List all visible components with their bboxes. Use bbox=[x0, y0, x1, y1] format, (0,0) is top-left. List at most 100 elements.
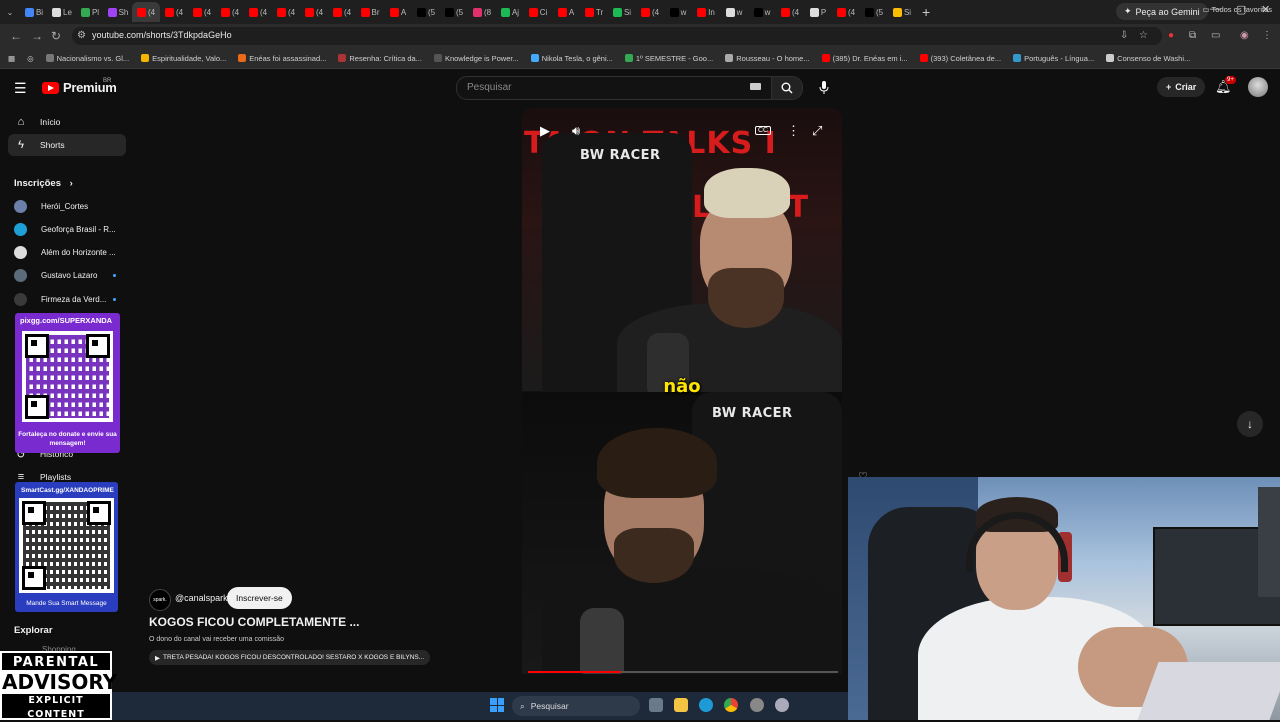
chrome-menu-icon[interactable]: ⋮ bbox=[1262, 30, 1272, 41]
reload-icon[interactable]: ↻ bbox=[51, 29, 61, 43]
account-avatar[interactable] bbox=[1248, 77, 1268, 97]
back-icon[interactable]: ← bbox=[10, 29, 22, 43]
new-tab-icon[interactable]: + bbox=[922, 4, 930, 20]
browser-tab[interactable]: A bbox=[552, 2, 580, 22]
bookmark-item[interactable]: Rousseau - O home... bbox=[725, 54, 810, 63]
browser-tab[interactable]: (5 bbox=[412, 2, 440, 22]
edge-icon[interactable] bbox=[699, 698, 713, 712]
browser-tab[interactable]: (4 bbox=[776, 2, 804, 22]
browser-tab[interactable]: w bbox=[748, 2, 776, 22]
bookmark-item[interactable]: (385) Dr. Enéas em i... bbox=[821, 54, 908, 63]
browser-tab[interactable]: Br bbox=[356, 2, 384, 22]
bookmark-item[interactable]: Espiritualidade, Valo... bbox=[141, 54, 226, 63]
bookmark-item[interactable]: Nikola Tesla, o gêni... bbox=[530, 54, 613, 63]
subscribe-button[interactable]: Inscrever-se bbox=[227, 587, 292, 609]
bookmark-favicon-icon bbox=[1106, 54, 1115, 62]
bookmark-item[interactable]: (393) Coletânea de... bbox=[919, 54, 1001, 63]
bookmark-item[interactable]: Enéas foi assassinad... bbox=[238, 54, 326, 63]
subscription-item[interactable]: Além do Horizonte ... bbox=[14, 244, 126, 262]
all-bookmarks[interactable]: ▭ Todos os favoritos bbox=[1203, 5, 1273, 14]
browser-tab[interactable]: (4 bbox=[244, 2, 272, 22]
subscription-item[interactable]: Gustavo Lazaro bbox=[14, 267, 126, 285]
shorts-video-player[interactable]: TA ON TALKS I L ON T BW RACER BW RACER n… bbox=[522, 108, 842, 674]
browser-tab[interactable]: Pl bbox=[76, 2, 104, 22]
subscriptions-heading[interactable]: Inscrições › bbox=[14, 178, 73, 189]
subscription-item[interactable]: Firmeza da Verd... bbox=[14, 290, 126, 308]
browser-tab[interactable]: w bbox=[664, 2, 692, 22]
url-text[interactable]: youtube.com/shorts/3TdkpdaGeHo bbox=[92, 30, 232, 40]
install-icon[interactable]: ⇩ bbox=[1120, 30, 1128, 41]
task-view-icon[interactable] bbox=[649, 698, 663, 712]
gemini-button[interactable]: ✦ Peça ao Gemini bbox=[1116, 3, 1208, 20]
omnibox[interactable] bbox=[72, 27, 1162, 45]
search-input[interactable] bbox=[465, 81, 739, 94]
apps-icon[interactable]: ▦ bbox=[8, 54, 15, 63]
browser-tab[interactable]: (4 bbox=[272, 2, 300, 22]
bookmark-item[interactable]: Português - Língua... bbox=[1013, 54, 1094, 63]
windows-start-icon[interactable] bbox=[490, 698, 504, 712]
play-icon[interactable]: ▶ bbox=[540, 123, 550, 139]
subscription-item[interactable]: Geoforça Brasil - R... bbox=[14, 220, 126, 238]
file-explorer-icon[interactable] bbox=[674, 698, 688, 712]
browser-tab[interactable]: Le bbox=[48, 2, 76, 22]
browser-tab[interactable]: (4 bbox=[636, 2, 664, 22]
more-options-icon[interactable]: ⋮ bbox=[787, 123, 800, 139]
bookmark-item[interactable]: Knowledge is Power... bbox=[433, 54, 519, 63]
browser-tab[interactable]: (5 bbox=[860, 2, 888, 22]
sidebar-item-shorts[interactable]: ϟ Shorts bbox=[8, 134, 126, 156]
channel-avatar[interactable]: spark. bbox=[149, 589, 171, 611]
browser-tab[interactable]: Tr bbox=[580, 2, 608, 22]
fullscreen-icon[interactable]: ⤢ bbox=[812, 123, 822, 139]
keyboard-icon[interactable] bbox=[750, 83, 761, 90]
tab-search-button[interactable]: ⌄ bbox=[0, 2, 20, 22]
browser-tab[interactable]: Sh bbox=[104, 2, 132, 22]
browser-tab[interactable]: A bbox=[384, 2, 412, 22]
subscription-item[interactable]: Herói_Cortes bbox=[14, 197, 126, 215]
extensions-icon[interactable]: ⧉ bbox=[1189, 30, 1196, 41]
app-icon[interactable] bbox=[750, 698, 764, 712]
browser-tab[interactable]: (4 bbox=[132, 2, 160, 22]
channel-name[interactable]: @canalspark bbox=[175, 593, 228, 603]
search-button[interactable] bbox=[771, 76, 803, 100]
profile-icon[interactable]: ◉ bbox=[1240, 30, 1249, 41]
settings-icon[interactable] bbox=[775, 698, 789, 712]
bookmark-star-icon[interactable]: ☆ bbox=[1139, 30, 1148, 41]
captions-icon[interactable]: CC bbox=[755, 126, 772, 135]
browser-tab[interactable]: Ci bbox=[524, 2, 552, 22]
bookmark-item[interactable]: Nacionalismo vs. Gl... bbox=[45, 54, 129, 63]
video-title[interactable]: KOGOS FICOU COMPLETAMENTE ... bbox=[149, 615, 359, 629]
browser-tab[interactable]: (4 bbox=[328, 2, 356, 22]
browser-tab[interactable]: Si bbox=[888, 2, 916, 22]
related-video-link[interactable]: ▶ TRETA PESADA! KOGOS FICOU DESCONTROLAD… bbox=[149, 650, 431, 665]
browser-tab[interactable]: (4 bbox=[216, 2, 244, 22]
bookmark-item[interactable]: Consenso de Washi... bbox=[1106, 54, 1190, 63]
browser-tab[interactable]: In bbox=[692, 2, 720, 22]
site-info-icon[interactable]: ⚙ bbox=[77, 30, 86, 41]
voice-search-button[interactable] bbox=[812, 76, 836, 98]
browser-tab[interactable]: (5 bbox=[440, 2, 468, 22]
sidepanel-icon[interactable]: ▭ bbox=[1211, 30, 1220, 41]
bookmark-item[interactable]: 1º SEMESTRE - Goo... bbox=[624, 54, 713, 63]
browser-tab[interactable]: w bbox=[720, 2, 748, 22]
video-progress-bar[interactable] bbox=[528, 671, 838, 673]
volume-icon[interactable]: 🔊︎ bbox=[572, 123, 580, 139]
globe-icon[interactable]: ◎ bbox=[27, 54, 34, 63]
next-short-button[interactable]: ↓ bbox=[1237, 411, 1263, 437]
browser-tab[interactable]: (4 bbox=[160, 2, 188, 22]
browser-tab[interactable]: (4 bbox=[188, 2, 216, 22]
browser-tab[interactable]: (8 bbox=[468, 2, 496, 22]
browser-tab[interactable]: Bi bbox=[20, 2, 48, 22]
browser-tab[interactable]: P bbox=[804, 2, 832, 22]
chrome-icon[interactable] bbox=[724, 698, 738, 712]
extension-icon[interactable]: ● bbox=[1168, 30, 1174, 41]
browser-tab[interactable]: (4 bbox=[300, 2, 328, 22]
create-button[interactable]: + Criar bbox=[1157, 77, 1206, 97]
forward-icon[interactable]: → bbox=[31, 29, 43, 43]
browser-tab[interactable]: Aj bbox=[496, 2, 524, 22]
browser-tab[interactable]: Si bbox=[608, 2, 636, 22]
browser-tab[interactable]: (4 bbox=[832, 2, 860, 22]
bookmark-item[interactable]: Resenha: Crítica da... bbox=[338, 54, 422, 63]
taskbar-search[interactable]: ⌕ Pesquisar bbox=[512, 696, 640, 716]
sidebar-item-home[interactable]: ⌂ Início bbox=[8, 111, 126, 133]
hamburger-menu-icon[interactable]: ☰ bbox=[14, 80, 27, 97]
